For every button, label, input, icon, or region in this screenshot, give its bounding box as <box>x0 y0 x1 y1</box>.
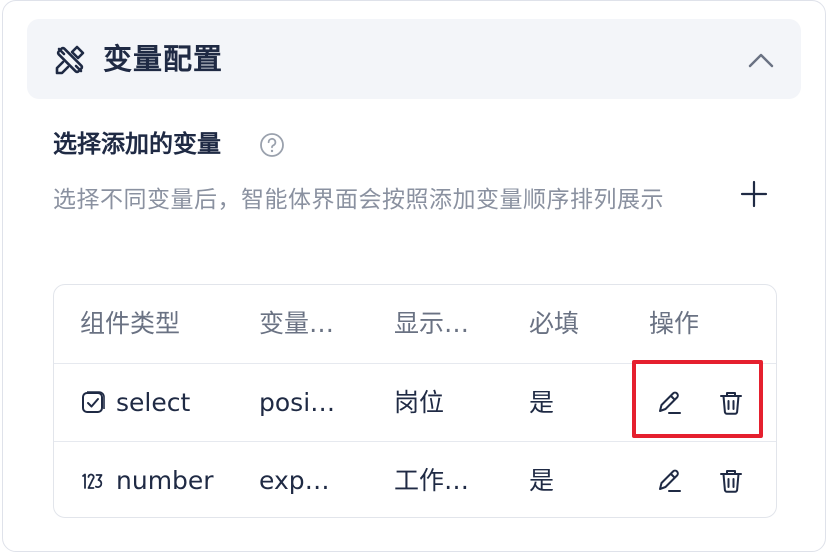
variable-name: posi… <box>259 388 336 417</box>
number-123-icon <box>82 473 103 489</box>
section-description: 选择不同变量后，智能体界面会按照添加变量顺序排列展示 <box>53 187 664 213</box>
help-circle-icon[interactable] <box>259 132 285 158</box>
select-box-icon <box>82 391 105 413</box>
header-actions: 操作 <box>649 309 700 338</box>
chevron-up-icon[interactable] <box>747 49 775 73</box>
header-component-type: 组件类型 <box>80 309 181 338</box>
display-name: 岗位 <box>394 388 445 417</box>
table-row: number exp… 工作… 是 <box>54 441 776 517</box>
panel-title: 变量配置 <box>103 42 224 76</box>
section-title: 选择添加的变量 <box>53 130 221 158</box>
header-display: 显示… <box>394 309 470 338</box>
variable-config-panel: 变量配置 选择添加的变量 选择不同变量后，智能体界面会按照添加变量顺序排列展示 … <box>2 0 826 552</box>
header-required: 必填 <box>529 309 580 338</box>
plus-icon[interactable] <box>739 179 769 209</box>
tools-cross-icon <box>55 45 85 75</box>
required-value: 是 <box>529 388 555 417</box>
component-type: number <box>116 466 214 495</box>
edit-pencil-icon[interactable] <box>654 466 684 496</box>
display-name: 工作… <box>394 466 470 495</box>
panel-header[interactable]: 变量配置 <box>27 19 801 99</box>
table-header-row: 组件类型 变量… 显示… 必填 操作 <box>54 285 776 363</box>
required-value: 是 <box>529 466 555 495</box>
header-variable: 变量… <box>259 309 335 338</box>
actions-highlight-box <box>632 360 763 438</box>
component-type: select <box>116 388 191 417</box>
variable-name: exp… <box>259 466 330 495</box>
trash-icon[interactable] <box>716 466 746 496</box>
